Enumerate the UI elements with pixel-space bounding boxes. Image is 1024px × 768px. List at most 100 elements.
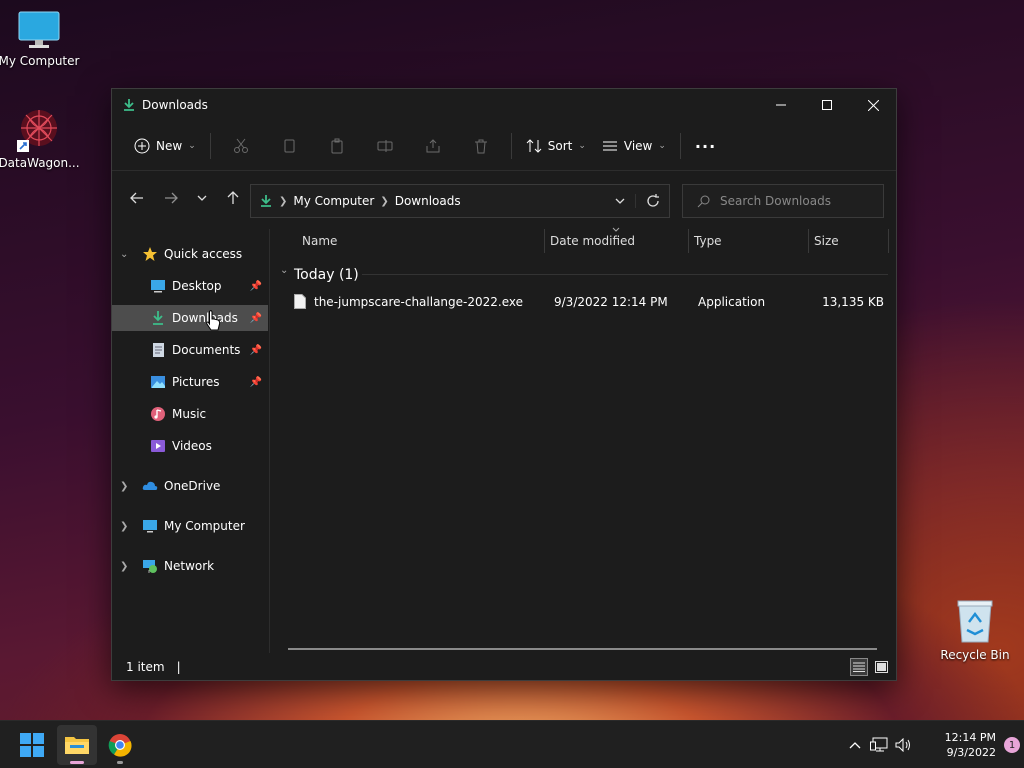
view-button[interactable]: View ⌄ (594, 129, 674, 163)
sidebar-item-onedrive[interactable]: ❯ OneDrive (112, 473, 268, 499)
sidebar-item-music[interactable]: Music (112, 401, 268, 427)
chevron-down-icon (615, 198, 625, 204)
column-divider[interactable] (688, 229, 689, 253)
sort-button[interactable]: Sort ⌄ (518, 129, 594, 163)
file-date: 9/3/2022 12:14 PM (554, 295, 668, 309)
details-view-icon (853, 662, 865, 672)
chrome-icon (108, 734, 132, 757)
datawagon-logo-icon (17, 110, 57, 152)
column-divider[interactable] (808, 229, 809, 253)
sidebar-item-my-computer[interactable]: ❯ My Computer (112, 513, 268, 539)
status-separator: | (176, 660, 181, 674)
title-bar[interactable]: Downloads (112, 89, 896, 121)
column-divider[interactable] (544, 229, 545, 253)
column-header-name[interactable]: Name (302, 229, 542, 253)
file-size: 13,135 KB (822, 295, 884, 309)
folder-icon (65, 737, 89, 754)
pin-icon: 📌 (249, 344, 262, 356)
sidebar-item-label: OneDrive (164, 479, 221, 493)
recent-locations-button[interactable] (188, 182, 216, 214)
minimize-button[interactable] (758, 90, 804, 120)
chevron-up-icon (849, 741, 861, 748)
arrow-up-icon (227, 191, 239, 204)
network-status-button[interactable] (866, 737, 892, 753)
scissors-icon (233, 138, 248, 153)
volume-button[interactable] (892, 738, 916, 752)
sidebar-item-label: Pictures (172, 375, 220, 389)
pin-icon: 📌 (249, 376, 262, 388)
chevron-down-icon[interactable]: ⌄ (120, 249, 128, 260)
divider (679, 132, 681, 159)
breadcrumb-downloads[interactable]: Downloads (395, 194, 461, 208)
chevron-right-icon[interactable]: ❯ (120, 481, 128, 492)
windows-logo-icon (20, 733, 44, 757)
star-icon (143, 247, 157, 261)
group-header-today[interactable]: ⌄ Today (1) (278, 265, 888, 285)
sidebar-item-label: Quick access (164, 247, 243, 261)
share-button[interactable] (409, 129, 457, 163)
show-hidden-icons-button[interactable] (844, 741, 866, 749)
address-dropdown-button[interactable] (605, 198, 635, 204)
column-header-type[interactable]: Type (694, 229, 804, 253)
chevron-right-icon[interactable]: ❯ (120, 561, 128, 572)
view-label: View (623, 138, 653, 153)
sidebar-item-downloads[interactable]: Downloads 📌 (112, 305, 268, 331)
chrome-taskbar-button[interactable] (100, 725, 140, 765)
refresh-icon (646, 194, 659, 207)
sort-icon (526, 138, 542, 153)
chevron-down-icon: ⌄ (280, 265, 289, 276)
download-icon (124, 99, 134, 111)
cut-button[interactable] (217, 129, 265, 163)
speaker-icon (895, 738, 910, 752)
clock-button[interactable]: 12:14 PM 9/3/2022 (916, 730, 996, 760)
column-header-size[interactable]: Size (814, 229, 884, 253)
desktop-icon-datawagon[interactable]: DataWagon... (0, 106, 81, 170)
pin-icon: 📌 (249, 312, 262, 324)
close-button[interactable] (850, 90, 896, 120)
sidebar-item-documents[interactable]: Documents 📌 (112, 337, 268, 363)
back-button[interactable] (120, 182, 154, 214)
chevron-right-icon[interactable]: ❯ (120, 521, 128, 532)
file-type: Application (698, 295, 766, 309)
refresh-button[interactable] (635, 194, 669, 208)
details-view-button[interactable] (850, 658, 868, 676)
sidebar-item-desktop[interactable]: Desktop 📌 (112, 273, 268, 299)
music-icon (151, 407, 165, 421)
copy-button[interactable] (265, 129, 313, 163)
minimize-icon (776, 104, 786, 106)
sidebar-item-pictures[interactable]: Pictures 📌 (112, 369, 268, 395)
sidebar-item-label: Documents (172, 343, 241, 357)
notification-badge[interactable]: 1 (1004, 737, 1020, 753)
file-list: Name Date modified Type Size ⌄ Today (1)… (278, 227, 892, 653)
breadcrumb-my-computer[interactable]: My Computer (293, 194, 374, 208)
delete-button[interactable] (457, 129, 505, 163)
column-header-date-modified[interactable]: Date modified (550, 229, 686, 253)
search-box[interactable]: Search Downloads (682, 184, 884, 218)
desktop-icon-my-computer[interactable]: My Computer (0, 10, 81, 68)
chevron-down-icon (197, 195, 207, 201)
thumbnails-view-button[interactable] (872, 658, 890, 676)
pictures-icon (151, 376, 165, 388)
paste-button[interactable] (313, 129, 361, 163)
desktop-icon-recycle-bin[interactable]: Recycle Bin (933, 598, 1017, 662)
rename-button[interactable] (361, 129, 409, 163)
divider (510, 132, 512, 159)
table-row[interactable]: the-jumpscare-challange-2022.exe 9/3/202… (286, 291, 890, 313)
start-button[interactable] (12, 725, 52, 765)
horizontal-scrollbar[interactable] (288, 648, 877, 650)
sidebar-item-videos[interactable]: Videos (112, 433, 268, 459)
new-button[interactable]: New ⌄ (126, 129, 204, 163)
sidebar-item-quick-access[interactable]: ⌄ Quick access (112, 241, 268, 267)
chevron-down-icon: ⌄ (188, 140, 196, 151)
sidebar-item-network[interactable]: ❯ Network (112, 553, 268, 579)
up-button[interactable] (216, 182, 250, 214)
clock-time: 12:14 PM (944, 731, 996, 744)
column-divider[interactable] (888, 229, 889, 253)
desktop-icon (151, 280, 165, 293)
forward-button[interactable] (154, 182, 188, 214)
monitor-icon (143, 520, 157, 533)
maximize-button[interactable] (804, 90, 850, 120)
file-explorer-taskbar-button[interactable] (57, 725, 97, 765)
address-bar[interactable]: ❯ My Computer ❯ Downloads (250, 184, 670, 218)
see-more-button[interactable]: ... (687, 129, 724, 163)
